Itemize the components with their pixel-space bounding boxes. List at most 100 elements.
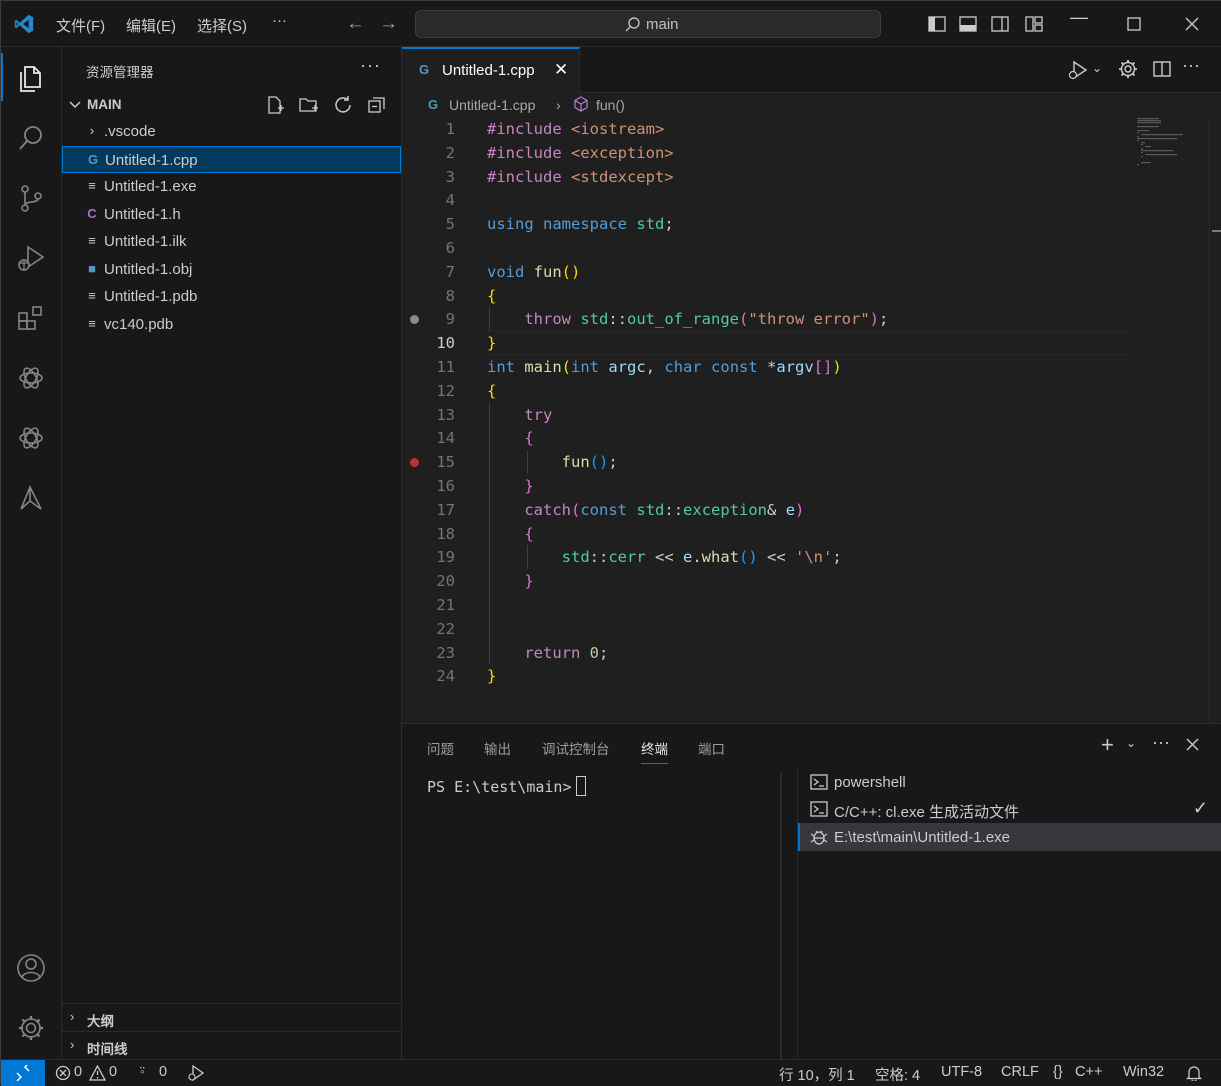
code-line[interactable]: 24} <box>402 664 1137 688</box>
toggle-primary-sidebar-icon[interactable] <box>928 15 946 33</box>
tree-item-untitled-pdb[interactable]: ≡ Untitled-1.pdb <box>62 283 401 310</box>
line-number[interactable]: 9 <box>402 310 455 328</box>
tab-problems[interactable]: 问题 <box>427 738 454 758</box>
line-number[interactable]: 23 <box>402 644 455 662</box>
code-line[interactable]: 8{ <box>402 284 1137 308</box>
refresh-icon[interactable] <box>333 95 357 115</box>
line-number[interactable]: 2 <box>402 144 455 162</box>
minimize-icon[interactable]: — <box>1070 7 1088 28</box>
extension-activity[interactable] <box>1 473 62 521</box>
line-number[interactable]: 17 <box>402 501 455 519</box>
line-number[interactable]: 14 <box>402 429 455 447</box>
code-line[interactable]: 10} <box>402 331 1137 356</box>
terminal-item-debug-exe[interactable]: E:\test\main\Untitled-1.exe <box>798 823 1221 851</box>
chevron-down-icon[interactable]: ⌄ <box>1092 61 1102 75</box>
line-number[interactable]: 22 <box>402 620 455 638</box>
line-ending[interactable]: CRLF <box>1001 1064 1039 1080</box>
ports-icon[interactable]: ⍤ <box>138 1063 147 1079</box>
line-number[interactable]: 4 <box>402 191 455 209</box>
line-number[interactable]: 5 <box>402 215 455 233</box>
braces-icon[interactable]: {} <box>1053 1064 1063 1080</box>
cursor-position[interactable]: 行 10，列 1 <box>779 1064 855 1085</box>
terminal-scrollbar[interactable] <box>780 772 782 1060</box>
code-line[interactable]: 21 <box>402 593 1137 617</box>
code-line[interactable]: 20 } <box>402 569 1137 593</box>
error-icon[interactable] <box>55 1065 71 1081</box>
code-line[interactable]: 17 catch(const std::exception& e) <box>402 498 1137 522</box>
tree-item-untitled-ilk[interactable]: ≡ Untitled-1.ilk <box>62 228 401 255</box>
indentation[interactable]: 空格: 4 <box>875 1064 920 1085</box>
split-editor-icon[interactable] <box>1152 59 1172 79</box>
more-actions-icon[interactable]: ··· <box>1182 55 1200 76</box>
terminal-item-cl-build[interactable]: C/C++: cl.exe 生成活动文件 ✓ <box>798 795 1221 823</box>
maximize-icon[interactable] <box>1127 17 1141 31</box>
tree-item-untitled-cpp[interactable]: G Untitled-1.cpp <box>62 146 401 173</box>
line-number[interactable]: 19 <box>402 548 455 566</box>
close-window-icon[interactable] <box>1185 17 1199 31</box>
line-number[interactable]: 1 <box>402 120 455 138</box>
code-line[interactable]: 7 void fun() <box>402 260 1137 284</box>
more-actions-icon[interactable]: ··· <box>1152 732 1170 753</box>
code-line[interactable]: 4 <box>402 188 1137 212</box>
tab-debug-console[interactable]: 调试控制台 <box>542 738 610 758</box>
vertical-scrollbar[interactable] <box>1209 117 1221 723</box>
source-control-activity[interactable] <box>1 173 62 221</box>
tree-item-untitled-exe[interactable]: ≡ Untitled-1.exe <box>62 173 401 200</box>
code-line[interactable]: 19 std::cerr << e.what() << '\n'; <box>402 545 1137 569</box>
code-line[interactable]: 5 using namespace std; <box>402 212 1137 236</box>
code-line[interactable]: 18 { <box>402 522 1137 546</box>
code-line[interactable]: 14 { <box>402 426 1137 450</box>
line-number[interactable]: 18 <box>402 525 455 543</box>
line-number[interactable]: 11 <box>402 358 455 376</box>
tab-terminal[interactable]: 终端 <box>641 738 668 764</box>
code-line[interactable]: 2 #include <exception> <box>402 141 1137 165</box>
encoding[interactable]: UTF-8 <box>941 1064 982 1080</box>
line-number[interactable]: 12 <box>402 382 455 400</box>
tab-output[interactable]: 输出 <box>484 738 511 758</box>
language-mode[interactable]: C++ <box>1075 1064 1102 1080</box>
line-number[interactable]: 24 <box>402 667 455 685</box>
workspace-section-header[interactable]: MAIN <box>62 93 401 117</box>
new-terminal-plus-icon[interactable]: + <box>1101 732 1114 758</box>
menu-selection[interactable]: 选择(S) <box>197 15 247 36</box>
close-panel-icon[interactable] <box>1186 738 1199 751</box>
collapse-all-icon[interactable] <box>367 95 391 115</box>
code-line[interactable]: 12 { <box>402 379 1137 403</box>
code-line[interactable]: 15 fun(); <box>402 450 1137 474</box>
close-tab-icon[interactable]: ✕ <box>554 60 568 80</box>
tree-item-untitled-h[interactable]: C Untitled-1.h <box>62 201 401 228</box>
code-line[interactable]: 9 throw std::out_of_range("throw error")… <box>402 307 1137 331</box>
code-line[interactable]: 6 <box>402 236 1137 260</box>
tab-untitled-cpp[interactable]: G Untitled-1.cpp ✕ <box>402 47 580 93</box>
new-file-icon[interactable] <box>265 95 289 115</box>
back-arrow-icon[interactable]: ← <box>346 13 365 35</box>
code-line[interactable]: 23 return 0; <box>402 641 1137 665</box>
explorer-activity[interactable] <box>1 53 62 101</box>
chatgpt-activity[interactable] <box>1 353 62 401</box>
ports-count[interactable]: 0 <box>159 1064 167 1080</box>
tree-item-vscode[interactable]: › .vscode <box>62 118 401 145</box>
code-line[interactable]: 11 int main(int argc, char const *argv[]) <box>402 355 1137 379</box>
search-activity[interactable] <box>1 113 62 161</box>
accounts-activity[interactable] <box>1 943 62 991</box>
breadcrumb-symbol[interactable]: fun() <box>596 97 625 113</box>
terminal-output[interactable]: PS E:\test\main> <box>427 776 586 796</box>
line-number[interactable]: 10 <box>402 334 455 352</box>
menu-file[interactable]: 文件(F) <box>56 15 105 36</box>
line-number[interactable]: 6 <box>402 239 455 257</box>
forward-arrow-icon[interactable]: → <box>379 13 398 35</box>
outline-section-header[interactable]: › 大纲 <box>62 1003 401 1030</box>
menu-more[interactable]: ··· <box>272 12 287 29</box>
debug-launch-icon[interactable] <box>187 1065 205 1081</box>
warning-count[interactable]: 0 <box>109 1064 117 1080</box>
run-debug-activity[interactable] <box>1 233 62 281</box>
code-line[interactable]: 1 #include <iostream> <box>402 117 1137 141</box>
run-debug-icon[interactable] <box>1068 60 1090 80</box>
terminal-item-powershell[interactable]: powershell <box>798 768 1221 796</box>
command-center-search[interactable]: main <box>415 10 881 38</box>
tree-item-untitled-obj[interactable]: ■ Untitled-1.obj <box>62 256 401 283</box>
code-line[interactable]: 13 try <box>402 403 1137 427</box>
timeline-section-header[interactable]: › 时间线 <box>62 1031 401 1058</box>
code-editor[interactable]: 1 #include <iostream> 2 #include <exception… <box>402 117 1221 723</box>
extensions-activity[interactable] <box>1 293 62 341</box>
